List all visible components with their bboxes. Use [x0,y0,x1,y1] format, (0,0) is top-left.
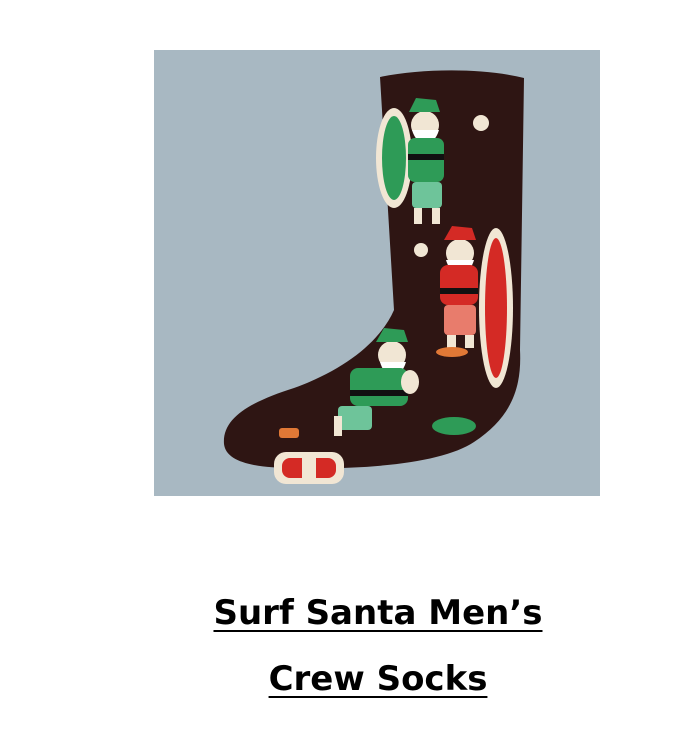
product-title-link[interactable]: Surf Santa Men’s Crew Socks [213,593,542,699]
product-card: Surf Santa Men’s Crew Socks [0,0,700,738]
product-image[interactable] [154,50,600,496]
product-title: Surf Santa Men’s Crew Socks [160,580,596,712]
